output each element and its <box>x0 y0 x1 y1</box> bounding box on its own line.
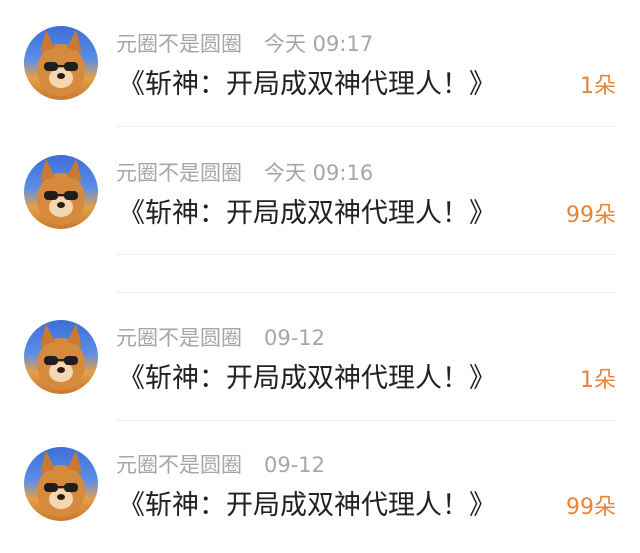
message-meta: 元圈不是圆圈 今天 09:17 <box>116 29 373 59</box>
list-item[interactable]: 元圈不是圆圈 09-12 《斩神：开局成双神代理人！》 1朵 <box>0 320 640 420</box>
book-title[interactable]: 《斩神：开局成双神代理人！》 <box>118 486 496 526</box>
message-meta: 元圈不是圆圈 今天 09:16 <box>116 158 373 188</box>
dog-avatar-icon <box>37 159 85 225</box>
avatar[interactable] <box>24 26 98 100</box>
list-item[interactable]: 元圈不是圆圈 09-12 《斩神：开局成双神代理人！》 99朵 <box>0 447 640 547</box>
gift-count: 1朵 <box>580 368 616 393</box>
timestamp: 09-12 <box>264 453 326 477</box>
dog-avatar-icon <box>37 324 85 390</box>
avatar[interactable] <box>24 447 98 521</box>
gift-count: 99朵 <box>566 495 616 520</box>
username[interactable]: 元圈不是圆圈 <box>116 453 242 477</box>
timestamp: 09-12 <box>264 326 326 350</box>
gift-count: 1朵 <box>580 74 616 99</box>
book-title[interactable]: 《斩神：开局成双神代理人！》 <box>118 65 496 105</box>
gift-count: 99朵 <box>566 203 616 228</box>
dog-avatar-icon <box>37 30 85 96</box>
avatar[interactable] <box>24 155 98 229</box>
divider <box>116 292 616 293</box>
gift-message-list: 元圈不是圆圈 今天 09:17 《斩神：开局成双神代理人！》 1朵 元圈不是圆圈今… <box>0 0 640 553</box>
divider <box>116 420 616 421</box>
list-item[interactable]: 元圈不是圆圈 今天 09:17 《斩神：开局成双神代理人！》 1朵 <box>0 26 640 126</box>
timestamp: 今天 09:16 <box>264 161 374 185</box>
divider <box>116 254 616 255</box>
message-meta: 元圈不是圆圈 09-12 <box>116 450 325 480</box>
book-title[interactable]: 《斩神：开局成双神代理人！》 <box>118 194 496 234</box>
username[interactable]: 元圈不是圆圈 <box>116 161 242 185</box>
avatar[interactable] <box>24 320 98 394</box>
divider <box>116 126 616 127</box>
username[interactable]: 元圈不是圆圈 <box>116 326 242 350</box>
book-title[interactable]: 《斩神：开局成双神代理人！》 <box>118 359 496 399</box>
dog-avatar-icon <box>37 451 85 517</box>
message-meta: 元圈不是圆圈 09-12 <box>116 323 325 353</box>
list-item[interactable]: 元圈不是圆圈 今天 09:16 《斩神：开局成双神代理人！》 99朵 <box>0 155 640 255</box>
timestamp: 今天 09:17 <box>264 32 374 56</box>
username[interactable]: 元圈不是圆圈 <box>116 32 242 56</box>
